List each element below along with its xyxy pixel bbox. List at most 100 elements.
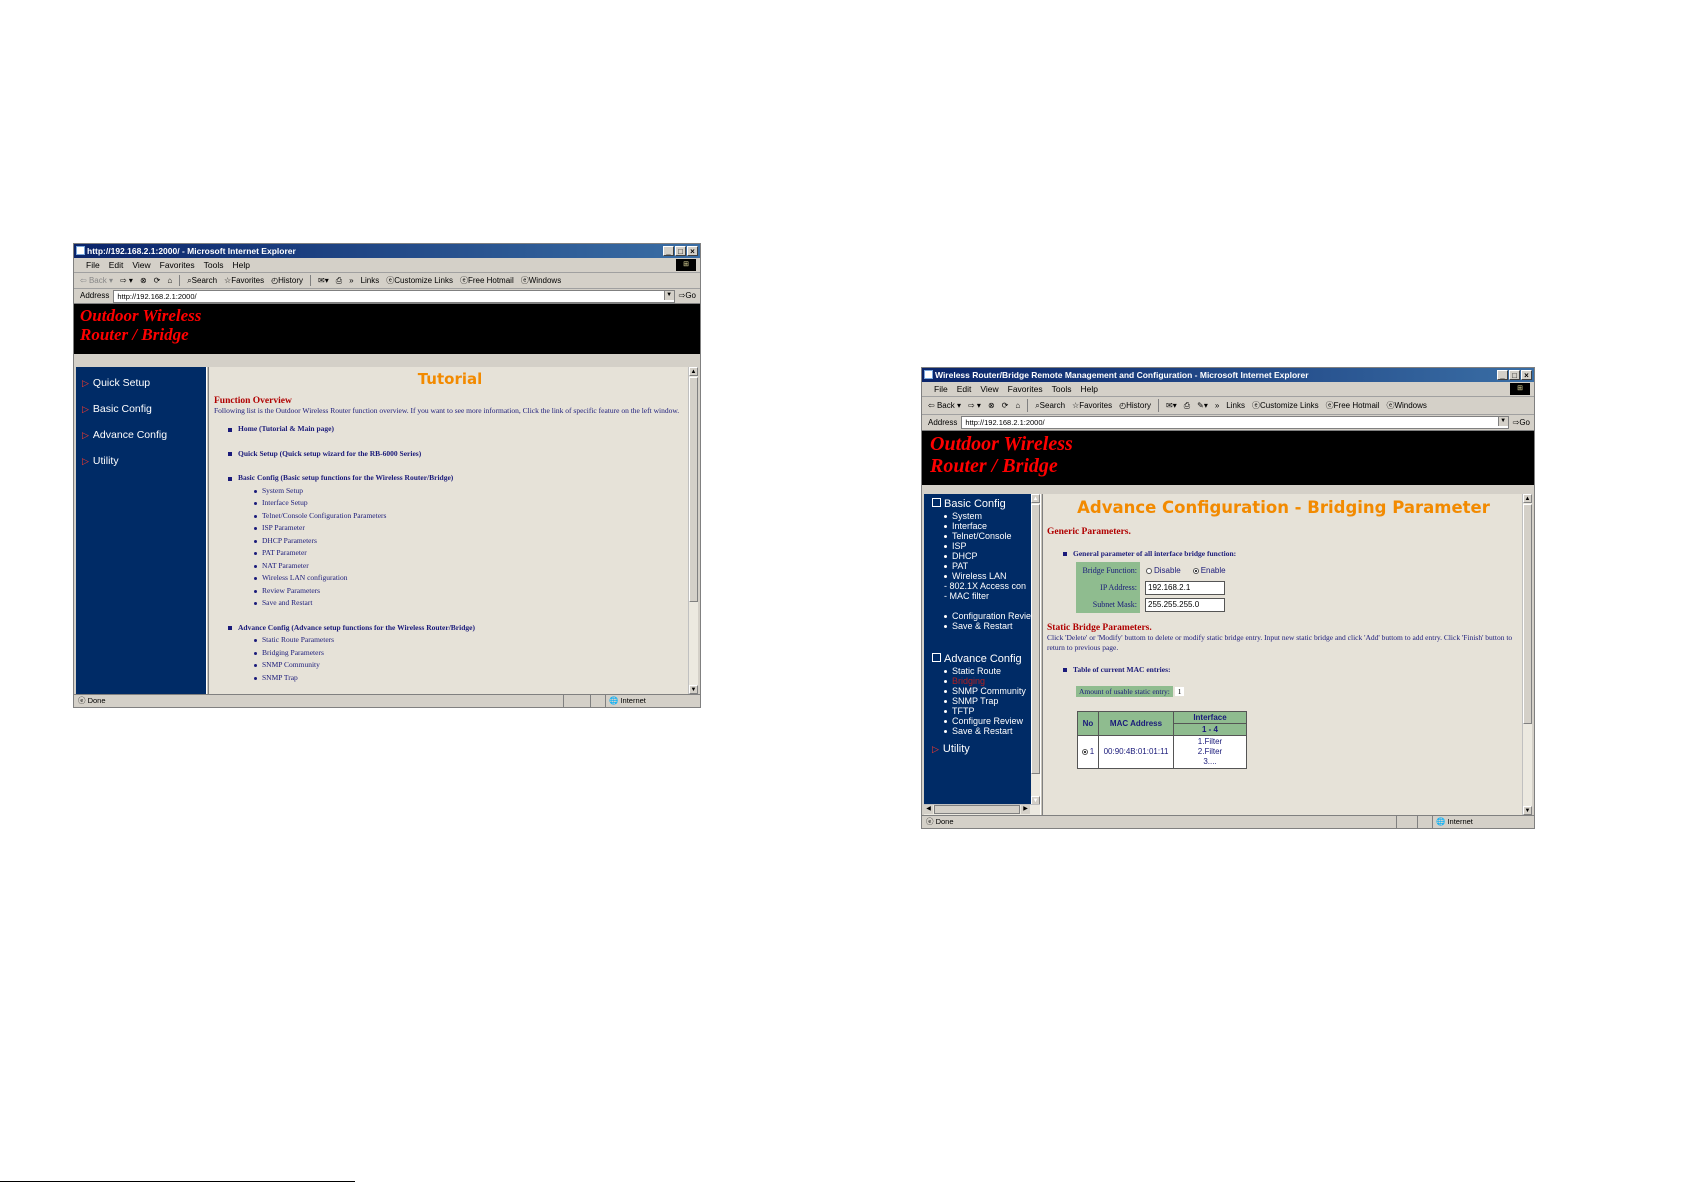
nav-item-dhcp[interactable]: DHCP [944,551,1040,561]
nav-item-wireless-lan[interactable]: Wireless LAN [944,571,1040,581]
list-item[interactable]: DHCP Parameters [254,535,686,548]
refresh-icon[interactable]: ⟳ [1002,397,1009,414]
edit-icon[interactable]: ✎▾ [1197,397,1208,414]
list-item[interactable]: Wireless LAN configuration [254,572,686,585]
menu-edit[interactable]: Edit [957,382,972,396]
nav-vscrollbar[interactable]: ▲ ▼ [1031,494,1040,805]
menu-favorites[interactable]: Favorites [160,258,195,272]
link-basic-config[interactable]: Basic Config (Basic setup functions for … [228,472,686,485]
nav-item-save-restart-adv[interactable]: Save & Restart [944,726,1040,736]
nav-item-configuration-review[interactable]: Configuration Revie [944,611,1040,621]
nav-item-tftp[interactable]: TFTP [944,706,1040,716]
back-button[interactable]: ⇦ Back ▾ [80,273,113,288]
window-title-bar[interactable]: http://192.168.2.1:2000/ - Microsoft Int… [74,244,700,258]
minimize-icon[interactable]: _ [663,246,674,256]
search-button[interactable]: ⌕Search [1035,397,1065,414]
chevron-down-icon[interactable]: ▼ [1497,417,1508,426]
address-input[interactable]: http://192.168.2.1:2000/ ▼ [961,416,1509,429]
list-item[interactable]: Telnet/Console Configuration Parameters [254,510,686,523]
nav-hscrollbar[interactable]: ◀ ▶ [924,804,1040,815]
scroll-thumb[interactable] [1031,504,1040,774]
menu-edit[interactable]: Edit [109,258,124,272]
chevron-down-icon[interactable]: ▼ [663,290,674,300]
menu-help[interactable]: Help [1080,382,1097,396]
list-item[interactable]: PAT Parameter [254,547,686,560]
print-icon[interactable]: ⎙ [336,273,342,288]
back-button[interactable]: ⇦ Back ▾ [928,397,961,414]
list-item[interactable]: Review Parameters [254,585,686,598]
stop-icon[interactable]: ⊗ [988,397,995,414]
list-item[interactable]: SNMP Community [254,659,686,672]
nav-section-basic-config[interactable]: Basic Config [924,498,1040,511]
nav-item-save-restart[interactable]: Save & Restart [944,621,1040,631]
nav-item-utility[interactable]: ▷ Utility [76,455,206,481]
scroll-up-icon[interactable]: ▲ [1523,494,1532,503]
maximize-icon[interactable]: □ [1509,370,1520,380]
nav-section-advance-config[interactable]: Advance Config [924,653,1040,666]
list-item[interactable]: Static Route Parameters [254,634,686,647]
forward-button[interactable]: ⇨ ▾ [968,397,981,414]
list-item[interactable]: ISP Parameter [254,522,686,535]
list-item[interactable]: NAT Parameter [254,560,686,573]
ip-address-input[interactable]: 192.168.2.1 [1145,581,1225,595]
menu-view[interactable]: View [132,258,150,272]
link-free-hotmail[interactable]: ⓔFree Hotmail [460,273,514,288]
list-item[interactable]: System Setup [254,485,686,498]
mail-icon[interactable]: ✉▾ [318,273,329,288]
nav-item-static-route[interactable]: Static Route [944,666,1040,676]
list-item[interactable]: SNMP Trap [254,672,686,685]
close-icon[interactable]: × [687,246,698,256]
menu-view[interactable]: View [980,382,998,396]
frame-divider[interactable] [1040,494,1043,815]
link-home[interactable]: Home (Tutorial & Main page) [228,423,686,436]
scroll-thumb[interactable] [689,377,698,602]
nav-subitem-mac-filter[interactable]: - MAC filter [944,591,1040,601]
content-scrollbar[interactable]: ▲ ▼ [1522,494,1532,815]
toolbar-overflow[interactable]: » [349,273,353,288]
forward-button[interactable]: ⇨ ▾ [120,273,133,288]
nav-item-telnet-console[interactable]: Telnet/Console [944,531,1040,541]
menu-tools[interactable]: Tools [204,258,224,272]
menu-help[interactable]: Help [232,258,249,272]
link-quick-setup[interactable]: Quick Setup (Quick setup wizard for the … [228,448,686,461]
go-button[interactable]: ⇨Go [1513,416,1534,430]
nav-item-snmp-community[interactable]: SNMP Community [944,686,1040,696]
content-scrollbar[interactable]: ▲ ▼ [688,367,698,694]
nav-item-utility[interactable]: ▷ Utility [924,744,1040,755]
close-icon[interactable]: × [1521,370,1532,380]
link-customize-links[interactable]: ⓔCustomize Links [1252,397,1319,414]
menu-tools[interactable]: Tools [1052,382,1072,396]
link-windows[interactable]: ⓔWindows [521,273,561,288]
favorites-button[interactable]: ☆Favorites [224,273,264,288]
link-advance-config[interactable]: Advance Config (Advance setup functions … [228,622,686,635]
list-item[interactable]: Bridging Parameters [254,647,686,660]
address-input[interactable]: http://192.168.2.1:2000/ ▼ [113,289,675,303]
frame-divider[interactable] [206,367,209,694]
scroll-down-icon[interactable]: ▼ [689,685,698,694]
nav-item-snmp-trap[interactable]: SNMP Trap [944,696,1040,706]
scroll-thumb[interactable] [1523,504,1532,724]
nav-item-interface[interactable]: Interface [944,521,1040,531]
mail-icon[interactable]: ✉▾ [1166,397,1177,414]
enable-radio[interactable]: Enable [1192,566,1226,575]
history-button[interactable]: ◴History [271,273,303,288]
stop-icon[interactable]: ⊗ [140,273,147,288]
go-button[interactable]: ⇨Go [679,289,700,303]
home-icon[interactable]: ⌂ [167,273,172,288]
link-free-hotmail[interactable]: ⓔFree Hotmail [1326,397,1380,414]
search-button[interactable]: ⌕Search [187,273,217,288]
toolbar-overflow[interactable]: » [1215,397,1219,414]
scroll-up-icon[interactable]: ▲ [689,367,698,376]
list-item[interactable]: Interface Setup [254,497,686,510]
nav-item-basic-config[interactable]: ▷ Basic Config [76,403,206,429]
menu-file[interactable]: File [934,382,948,396]
favorites-button[interactable]: ☆Favorites [1072,397,1112,414]
window-title-bar[interactable]: Wireless Router/Bridge Remote Management… [922,368,1534,382]
home-icon[interactable]: ⌂ [1015,397,1020,414]
scroll-thumb-h[interactable] [934,805,1020,814]
link-windows[interactable]: ⓔWindows [1386,397,1426,414]
row-select[interactable]: 1 [1077,734,1099,769]
nav-item-pat[interactable]: PAT [944,561,1040,571]
link-customize-links[interactable]: ⓔCustomize Links [386,273,453,288]
print-icon[interactable]: ⎙ [1184,397,1190,414]
